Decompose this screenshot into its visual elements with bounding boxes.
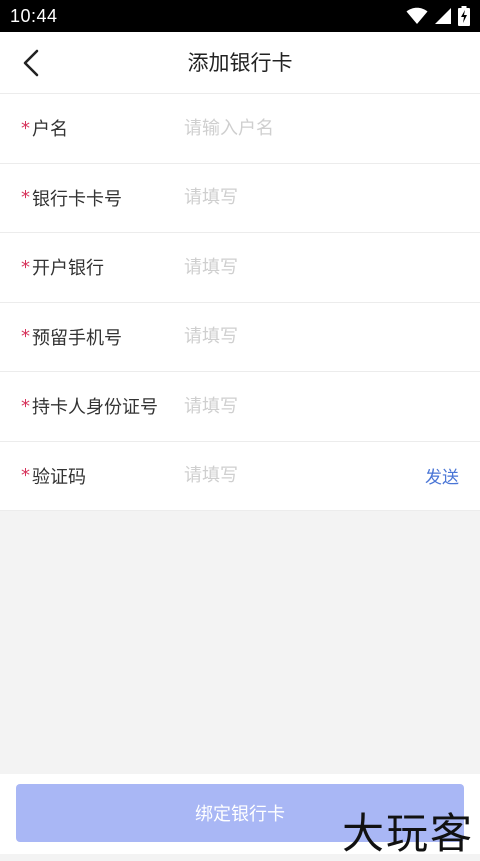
- field-label: * 开户银行: [21, 233, 104, 302]
- status-bar: 10:44: [0, 0, 480, 32]
- phone-input[interactable]: [184, 302, 414, 371]
- signal-icon: [435, 8, 451, 24]
- watermark-logo: 大玩客: [341, 809, 474, 858]
- field-label: * 验证码: [21, 442, 86, 511]
- required-mark: *: [21, 395, 30, 417]
- required-mark: *: [21, 465, 30, 487]
- label-text: 持卡人身份证号: [32, 397, 158, 419]
- field-label: * 预留手机号: [21, 303, 122, 372]
- form-row-bank: * 开户银行: [0, 233, 480, 303]
- label-text: 开户银行: [32, 258, 104, 280]
- label-text: 银行卡卡号: [32, 188, 122, 210]
- account-name-input[interactable]: [184, 94, 414, 163]
- required-mark: *: [21, 117, 30, 139]
- required-mark: *: [21, 326, 30, 348]
- bank-input[interactable]: [184, 233, 414, 302]
- battery-icon: [458, 6, 470, 26]
- wifi-icon: [406, 7, 428, 24]
- id-number-input[interactable]: [184, 372, 414, 441]
- page-title: 添加银行卡: [187, 51, 293, 75]
- required-mark: *: [21, 187, 30, 209]
- field-label: * 持卡人身份证号: [21, 372, 158, 441]
- status-time: 10:44: [10, 5, 58, 26]
- form-row-id-number: * 持卡人身份证号: [0, 372, 480, 442]
- form-row-card-number: * 银行卡卡号: [0, 163, 480, 233]
- form-row-account-name: * 户名: [0, 94, 480, 164]
- send-code-button[interactable]: 发送: [425, 442, 459, 511]
- app-header: 添加银行卡: [0, 32, 480, 94]
- form-row-verification-code: * 验证码 发送: [0, 441, 480, 511]
- card-number-input[interactable]: [184, 163, 414, 232]
- status-icons: [406, 6, 470, 26]
- field-label: * 银行卡卡号: [21, 164, 122, 233]
- label-text: 验证码: [32, 466, 86, 488]
- form-row-phone: * 预留手机号: [0, 302, 480, 372]
- label-text: 预留手机号: [32, 327, 122, 349]
- field-label: * 户名: [21, 94, 68, 163]
- required-mark: *: [21, 256, 30, 278]
- bank-card-form: * 户名 * 银行卡卡号 * 开户银行 * 预留手机号 * 持卡人身份证号: [0, 94, 480, 511]
- label-text: 户名: [32, 119, 68, 141]
- verification-code-input[interactable]: [184, 441, 414, 510]
